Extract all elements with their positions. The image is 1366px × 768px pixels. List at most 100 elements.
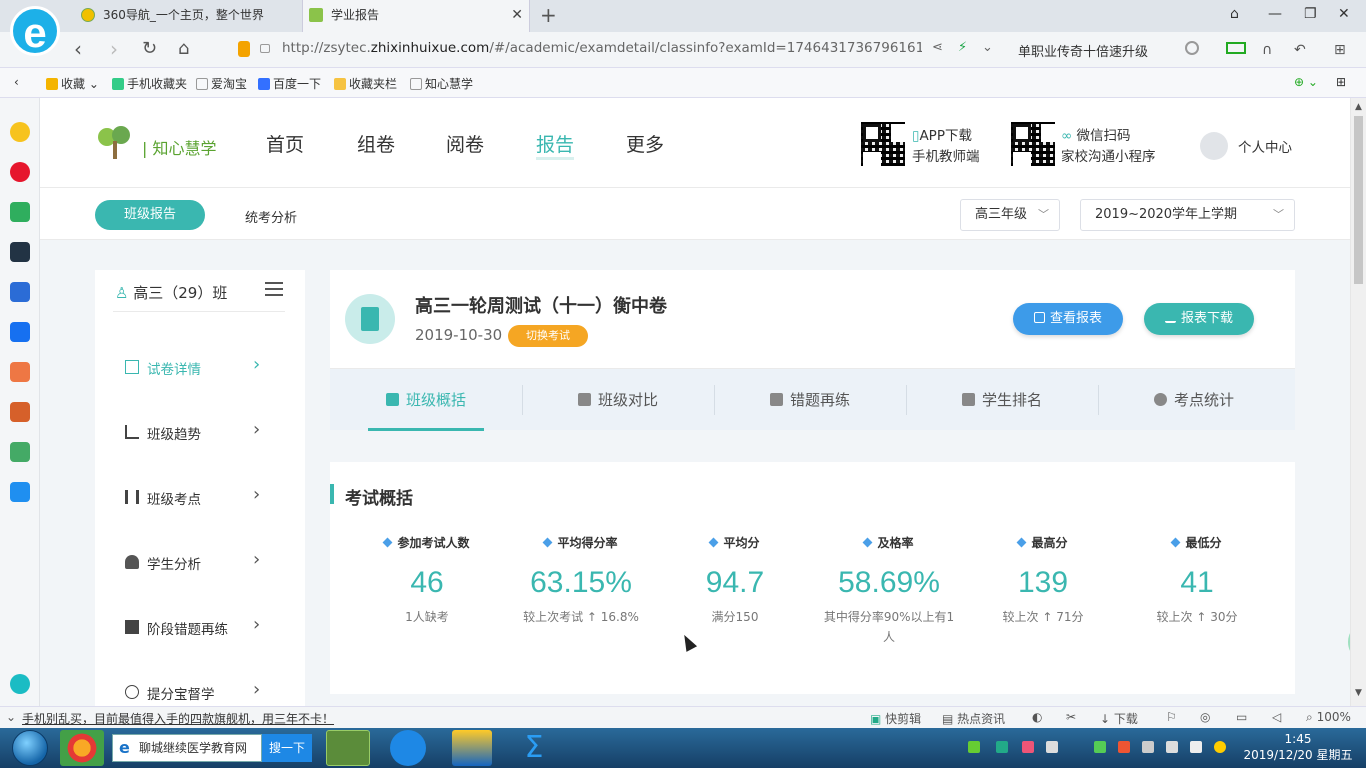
nav-compose[interactable]: 组卷 (357, 130, 395, 157)
flag-icon[interactable]: ⚐ (1166, 710, 1177, 724)
new-tab-button[interactable]: + (540, 4, 557, 26)
tab-joint-exam-analysis[interactable]: 统考分析 (245, 207, 297, 226)
weibo-icon[interactable] (10, 162, 30, 182)
bookmark-baidu[interactable]: 百度一下 (258, 75, 321, 92)
photo-app-icon[interactable] (60, 730, 104, 766)
list-icon[interactable] (265, 282, 283, 296)
tray-360-icon[interactable] (1214, 741, 1226, 753)
taskbar-search-button[interactable]: 搜一下 (262, 734, 312, 762)
nav-home[interactable]: 首页 (266, 130, 304, 157)
translate-icon[interactable]: ⊕ ⌄ (1294, 75, 1318, 89)
bookmark-taobao[interactable]: 爱淘宝 (196, 75, 247, 92)
sidebar-item-exam-detail[interactable]: 试卷详情 › (125, 354, 275, 382)
tab-class-report[interactable]: 班级报告 (95, 200, 205, 230)
sidebar-item-score-booster[interactable]: 提分宝督学 › (125, 679, 275, 706)
tray-network-icon[interactable] (1190, 741, 1202, 753)
tray-flower-icon[interactable] (1022, 741, 1034, 753)
nav-grading[interactable]: 阅卷 (446, 130, 484, 157)
tab-student-ranking[interactable]: 学生排名 (906, 369, 1098, 431)
avatar[interactable] (1200, 132, 1228, 160)
site-logo-text[interactable]: | 知心慧学 (142, 135, 216, 159)
sidebar-item-class-trend[interactable]: 班级趋势 › (125, 419, 275, 447)
page-scrollbar[interactable]: ▲ ▼ (1350, 98, 1366, 706)
book-icon[interactable] (10, 322, 30, 342)
tab-class-overview[interactable]: 班级概括 (330, 369, 522, 431)
shell-app-icon[interactable] (452, 730, 492, 766)
close-window-icon[interactable]: ✕ (1338, 6, 1350, 22)
url-input[interactable]: http://zsytec.zhixinhuixue.com/#/academi… (232, 36, 1002, 64)
shield-warning-icon[interactable] (238, 41, 250, 57)
undo-icon[interactable]: ↶ (1294, 42, 1306, 58)
tab-point-stats[interactable]: 考点统计 (1098, 369, 1290, 431)
game3-icon[interactable] (10, 402, 30, 422)
tray-keyboard-icon[interactable] (1046, 741, 1058, 753)
nav-more[interactable]: 更多 (626, 130, 664, 157)
speed-icon[interactable]: ◐ (1032, 710, 1042, 724)
ie-icon[interactable]: ◎ (1200, 710, 1210, 724)
back-icon[interactable]: ‹ (74, 38, 82, 60)
battery-icon[interactable] (1226, 42, 1246, 54)
tree-logo-icon[interactable] (95, 125, 135, 161)
sidebar-item-class-points[interactable]: 班级考点 › (125, 484, 275, 512)
app-download-label[interactable]: ▯APP下载 (912, 124, 972, 144)
minimize-icon[interactable]: — (1268, 6, 1282, 22)
forward-icon[interactable]: › (110, 38, 118, 60)
grade-select[interactable]: 高三年级 ﹀ (960, 199, 1060, 231)
browser-logo-icon[interactable]: e (10, 6, 60, 56)
download-button[interactable]: ↓ 下载 (1100, 710, 1138, 727)
star-icon[interactable] (10, 122, 30, 142)
tray-usb-icon[interactable] (968, 741, 980, 753)
search-icon[interactable] (1185, 41, 1199, 55)
search-input[interactable]: 单职业传奇十倍速升级 (1008, 36, 1203, 64)
p-icon[interactable] (10, 482, 30, 502)
tab-class-compare[interactable]: 班级对比 (522, 369, 714, 431)
nav-report[interactable]: 报告 (536, 130, 575, 160)
window-icon[interactable]: ▭ (1236, 710, 1247, 724)
term-select[interactable]: 2019~2020学年上学期 ﹀ (1080, 199, 1295, 231)
scroll-up-icon[interactable]: ▲ (1355, 102, 1362, 112)
mail-icon[interactable] (10, 202, 30, 222)
view-report-button[interactable]: 查看报表 (1013, 303, 1123, 335)
k-app-icon[interactable] (390, 730, 426, 766)
scroll-down-icon[interactable]: ▼ (1355, 688, 1362, 698)
lightning-icon[interactable]: ⚡ (958, 40, 967, 55)
share-icon[interactable]: ⋖ (932, 40, 943, 55)
taskbar-clock[interactable]: 1:45 2019/12/20 星期五 (1238, 731, 1358, 763)
restore-icon[interactable]: ❐ (1304, 6, 1317, 22)
wechat-scan-label[interactable]: ∞ 微信扫码 (1061, 124, 1131, 144)
sigma-app-icon[interactable]: Σ (514, 730, 554, 766)
news-ticker-link[interactable]: 手机别乱买，目前最值得入手的四款旗舰机，用三年不卡！ (22, 710, 334, 727)
word-icon[interactable] (10, 282, 30, 302)
collapse-icon[interactable]: ‹ (14, 75, 19, 89)
game2-icon[interactable] (10, 362, 30, 382)
tray-volume-icon[interactable] (1166, 741, 1178, 753)
tray-play-icon[interactable] (996, 741, 1008, 753)
bookmark-zhixin[interactable]: 知心慧学 (410, 75, 473, 92)
download-report-button[interactable]: 报表下载 (1144, 303, 1254, 335)
apps-icon[interactable]: ⊞ (1336, 75, 1346, 89)
chevron-down-icon[interactable]: ⌄ (982, 40, 993, 55)
tray-security-icon[interactable] (1094, 741, 1106, 753)
add-icon[interactable] (10, 674, 30, 694)
quick-edit-button[interactable]: ▣ 快剪辑 (870, 710, 921, 727)
volume-icon[interactable]: ◁ (1272, 710, 1281, 724)
refresh-icon[interactable]: ↻ (142, 38, 157, 60)
game-icon[interactable] (10, 242, 30, 262)
taskbar-search-input[interactable]: 聊城继续医学教育网 (112, 734, 262, 762)
tray-flag-icon[interactable] (1118, 741, 1130, 753)
scrollbar-thumb[interactable] (1354, 116, 1363, 284)
close-icon[interactable]: ✕ (511, 0, 523, 30)
zoom-control[interactable]: ⌕ 100% (1306, 710, 1351, 725)
home-icon[interactable]: ⌂ (178, 38, 189, 60)
grid-icon[interactable]: ⊞ (1334, 42, 1346, 58)
bookmark-favorites[interactable]: 收藏 ⌄ (46, 75, 99, 92)
tab-wrong-practice[interactable]: 错题再练 (714, 369, 906, 431)
hot-news-button[interactable]: ▤ 热点资讯 (942, 710, 1005, 727)
game4-icon[interactable] (10, 442, 30, 462)
tools-icon[interactable]: ✂ (1066, 710, 1076, 724)
switch-exam-button[interactable]: 切换考试 (508, 325, 588, 347)
chevron-down-icon[interactable]: ⌄ (6, 710, 16, 724)
sidebar-item-student-analysis[interactable]: 学生分析 › (125, 549, 275, 577)
tray-clipboard-icon[interactable] (1142, 741, 1154, 753)
bookmark-mobile[interactable]: 手机收藏夹 (112, 75, 187, 92)
